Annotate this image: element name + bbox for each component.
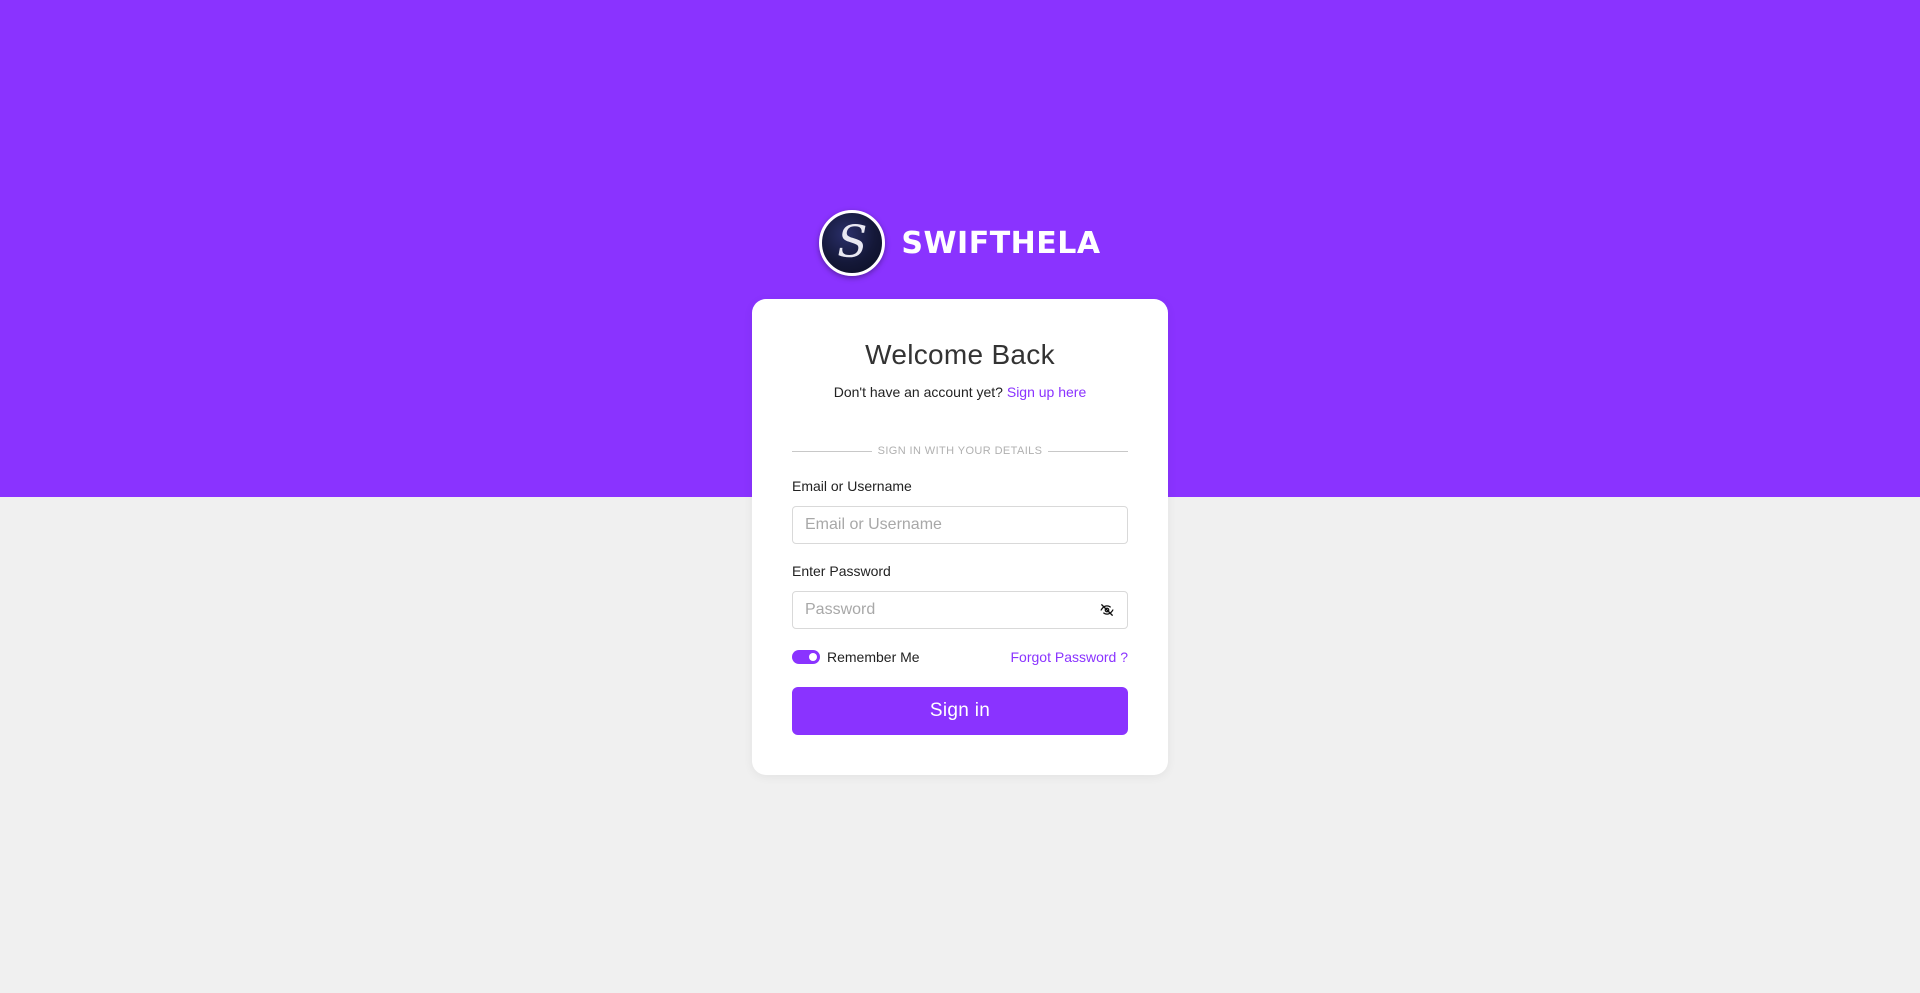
brand-logo-letter: S [837,217,868,268]
password-field-wrapper [792,591,1128,629]
brand-logo: S [819,210,886,276]
divider-text: SIGN IN WITH YOUR DETAILS [877,445,1043,457]
divider-line-left [792,450,872,452]
signup-prompt-line: Don't have an account yet? Sign up here [792,383,1128,401]
section-divider: SIGN IN WITH YOUR DETAILS [792,445,1128,457]
email-field-wrapper [792,506,1128,544]
password-field[interactable] [792,591,1128,629]
divider-line-right [1048,450,1128,452]
forgot-password-link[interactable]: Forgot Password ? [1011,649,1129,665]
login-card: Welcome Back Don't have an account yet? … [752,299,1168,775]
email-field-label: Email or Username [792,478,912,494]
signup-prompt-text: Don't have an account yet? [833,384,1003,400]
remember-forgot-row: Remember Me Forgot Password ? [792,647,1128,667]
toggle-knob [809,653,817,661]
signup-link[interactable]: Sign up here [1007,384,1086,400]
brand-name: SWIFTHELA [901,225,1101,261]
remember-me-control: Remember Me [792,649,920,665]
sign-in-button[interactable]: Sign in [792,687,1128,735]
brand-header: S SWIFTHELA [0,210,1920,276]
remember-me-label: Remember Me [827,649,920,665]
password-field-label: Enter Password [792,563,891,579]
eye-off-icon[interactable] [1098,601,1116,619]
page-title: Welcome Back [865,339,1055,370]
remember-me-toggle[interactable] [792,650,820,664]
email-field[interactable] [792,506,1128,544]
